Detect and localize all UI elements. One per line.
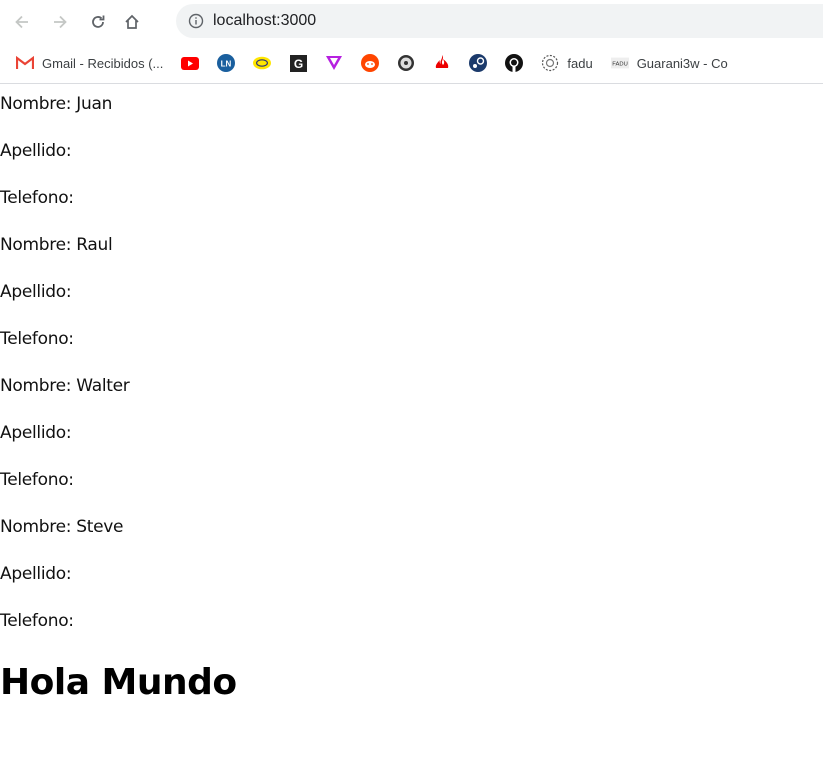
steam-icon: [469, 54, 488, 72]
bookmarks-bar: Gmail - Recibidos (... LN G fadu FADU Gu…: [0, 43, 823, 84]
bookmark-fadu[interactable]: fadu: [541, 54, 593, 72]
svg-text:FADU: FADU: [612, 62, 628, 68]
bookmark-label: Guarani3w - Co: [636, 55, 728, 71]
url-text[interactable]: localhost:3000: [213, 12, 316, 30]
reddit-icon: [361, 54, 380, 72]
bookmark-gmail[interactable]: Gmail - Recibidos (...: [16, 54, 163, 72]
person-nombre: Nombre: Walter: [0, 376, 130, 396]
person-telefono: Telefono:: [0, 470, 74, 490]
reload-icon: [92, 15, 105, 28]
person-apellido: Apellido:: [0, 141, 72, 161]
person-telefono: Telefono:: [0, 611, 74, 631]
page-heading: Hola Mundo: [0, 662, 237, 703]
bookmark-guarani[interactable]: FADU Guarani3w - Co: [610, 54, 728, 72]
browser-toolbar: localhost:3000: [0, 0, 823, 43]
bookmark-g[interactable]: G: [289, 54, 307, 72]
bookmark-youtube[interactable]: [181, 54, 200, 72]
person-telefono: Telefono:: [0, 329, 74, 349]
person-nombre: Nombre: Raul: [0, 235, 113, 255]
github-icon: [505, 54, 524, 72]
person-apellido: Apellido:: [0, 282, 72, 302]
home-button[interactable]: [118, 8, 146, 36]
person-apellido: Apellido:: [0, 564, 72, 584]
info-icon[interactable]: [188, 13, 204, 29]
bookmark-triangle[interactable]: [325, 54, 343, 72]
person-telefono: Telefono:: [0, 188, 74, 208]
fadu-icon: FADU: [610, 54, 629, 72]
globe-icon: [541, 54, 559, 72]
address-bar[interactable]: localhost:3000: [176, 4, 823, 38]
person-nombre: Nombre: Juan: [0, 94, 113, 114]
bookmark-github[interactable]: [505, 54, 524, 72]
wheel-icon: [397, 54, 415, 72]
triangle-icon: [325, 54, 343, 72]
home-icon: [125, 14, 139, 29]
g-icon: G: [289, 54, 307, 72]
reload-button[interactable]: [84, 8, 112, 36]
youtube-icon: [181, 54, 200, 72]
forward-button[interactable]: [46, 8, 74, 36]
svg-text:G: G: [294, 57, 303, 71]
mercadolibre-icon: [253, 54, 272, 72]
page-content: Nombre: Juan Apellido: Telefono: Nombre:…: [0, 84, 823, 703]
bookmark-steam[interactable]: [469, 54, 488, 72]
bookmark-santander[interactable]: [433, 54, 451, 72]
bookmark-label: Gmail - Recibidos (...: [42, 55, 164, 71]
bookmark-mercadolibre[interactable]: [253, 54, 272, 72]
person-apellido: Apellido:: [0, 423, 72, 443]
forward-arrow-icon: [54, 15, 67, 28]
bookmark-reddit[interactable]: [361, 54, 380, 72]
back-button[interactable]: [8, 8, 36, 36]
ln-icon: LN: [217, 54, 236, 72]
back-arrow-icon: [15, 15, 28, 28]
gmail-icon: [16, 54, 34, 72]
bookmark-ln[interactable]: LN: [217, 54, 236, 72]
santander-icon: [433, 54, 451, 72]
svg-text:LN: LN: [221, 60, 232, 69]
bookmark-wheel[interactable]: [397, 54, 415, 72]
bookmark-label: fadu: [567, 55, 593, 71]
person-nombre: Nombre: Steve: [0, 517, 124, 537]
